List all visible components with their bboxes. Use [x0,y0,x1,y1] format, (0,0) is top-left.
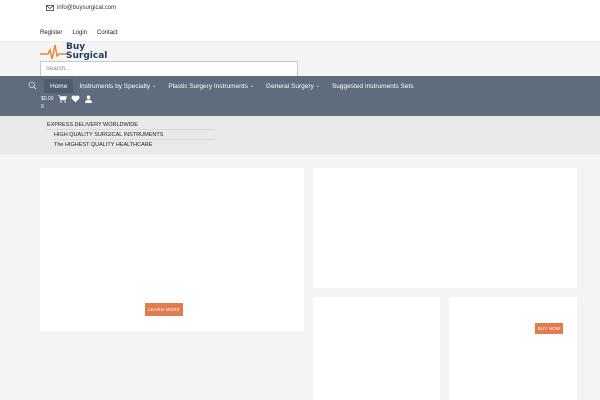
promo-line-healthcare: The HIGHEST QUALITY HEALTHCARE [54,142,153,148]
top-bar: info@buysurgical.com Register Login Cont… [0,0,600,42]
contact-email[interactable]: info@buysurgical.com [46,5,116,11]
nav-menu: Home Instruments by Specialty ⌄ Plastic … [44,79,420,93]
product-banner-2[interactable]: BUY NOW [449,297,577,400]
register-link[interactable]: Register [40,30,62,36]
learn-more-button[interactable]: LEARN MORE [145,303,183,316]
cart-icon[interactable] [57,95,67,103]
account-links: Register Login Contact [40,30,118,36]
hero-banner-right[interactable] [313,168,577,288]
header-actions: $0.00 [41,95,93,103]
nav-item-suggested-sets[interactable]: Suggested Instruments Sets [326,79,420,93]
cart-total[interactable]: $0.00 [41,96,54,102]
nav-item-plastic-surgery[interactable]: Plastic Surgery Instruments ⌄ [162,79,260,93]
heartbeat-logo-icon [40,44,68,60]
nav-item-label: Instruments by Specialty [79,82,151,90]
nav-item-label: General Surgery [266,82,314,90]
envelope-icon [46,5,54,11]
site-logo[interactable]: Buy Surgical [40,42,120,62]
user-icon[interactable] [84,95,93,103]
nav-item-instruments-by-specialty[interactable]: Instruments by Specialty ⌄ [73,79,162,93]
contact-email-text: info@buysurgical.com [57,5,117,11]
nav-item-home[interactable]: Home [44,79,74,93]
cart-count: 0 [41,104,44,110]
nav-item-label: Suggested Instruments Sets [331,82,414,90]
nav-item-general-surgery[interactable]: General Surgery ⌄ [260,79,326,93]
chevron-down-icon: ⌄ [315,83,320,89]
search-input[interactable] [40,61,298,77]
nav-item-label: Plastic Surgery Instruments [168,82,248,90]
search-icon[interactable] [28,81,37,90]
promo-line-delivery: EXPRESS DELIVERY WORLDWIDE [47,122,215,130]
heart-icon[interactable] [71,95,80,103]
chevron-down-icon: ⌄ [249,83,255,89]
chevron-down-icon: ⌄ [152,83,157,89]
nav-item-label: Home [50,82,68,90]
promo-line-quality: HIGH QUALITY SURGICAL INSTRUMENTS [54,132,215,140]
logo-text-surgical: Surgical [66,51,108,61]
login-link[interactable]: Login [72,30,87,36]
contact-link[interactable]: Contact [97,30,118,36]
buy-now-button[interactable]: BUY NOW [535,323,563,334]
product-banner-1[interactable] [313,297,440,400]
hero-banner-left[interactable]: LEARN MORE [40,168,304,331]
promo-strip: EXPRESS DELIVERY WORLDWIDE HIGH QUALITY … [0,116,600,154]
